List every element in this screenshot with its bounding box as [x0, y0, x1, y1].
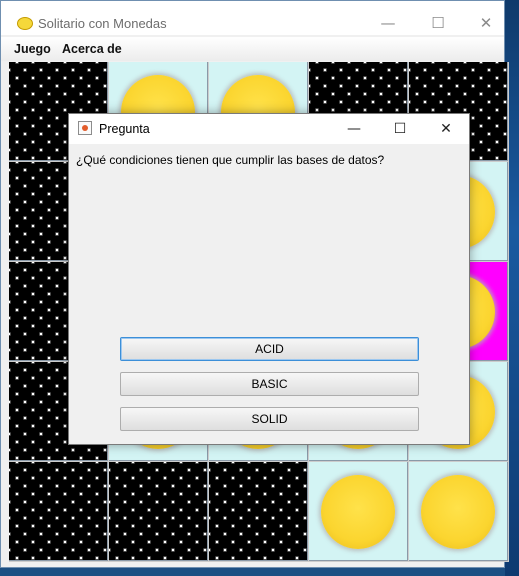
coin-icon[interactable] — [321, 475, 395, 549]
menu-juego[interactable]: Juego — [14, 42, 51, 56]
window-titlebar[interactable]: Solitario con Monedas — ☐ ✕ — [1, 1, 504, 35]
answer-acid-button[interactable]: ACID — [120, 337, 419, 361]
dialog-maximize-button[interactable]: ☐ — [377, 114, 423, 144]
java-icon — [78, 121, 92, 135]
menu-bar: Juego Acerca de — [1, 37, 504, 61]
coin-cell[interactable] — [309, 462, 408, 561]
blocked-cell — [9, 462, 108, 561]
answer-basic-button[interactable]: BASIC — [120, 372, 419, 396]
maximize-button[interactable]: ☐ — [415, 9, 461, 37]
window-title: Solitario con Monedas — [38, 16, 167, 31]
dialog-close-button[interactable]: ✕ — [423, 114, 469, 144]
question-dialog: Pregunta — ☐ ✕ ¿Qué condiciones tienen q… — [68, 113, 470, 445]
blocked-cell — [109, 462, 208, 561]
answer-solid-button[interactable]: SOLID — [120, 407, 419, 431]
coin-cell[interactable] — [409, 462, 508, 561]
coin-app-icon — [17, 17, 33, 30]
close-button[interactable]: ✕ — [463, 9, 509, 37]
blocked-cell — [209, 462, 308, 561]
coin-icon[interactable] — [421, 475, 495, 549]
question-text: ¿Qué condiciones tienen que cumplir las … — [76, 153, 385, 167]
menu-acerca-de[interactable]: Acerca de — [62, 42, 122, 56]
dialog-title: Pregunta — [99, 122, 150, 136]
dialog-titlebar[interactable]: Pregunta — ☐ ✕ — [69, 114, 469, 144]
dialog-minimize-button[interactable]: — — [331, 114, 377, 144]
minimize-button[interactable]: — — [365, 9, 411, 37]
